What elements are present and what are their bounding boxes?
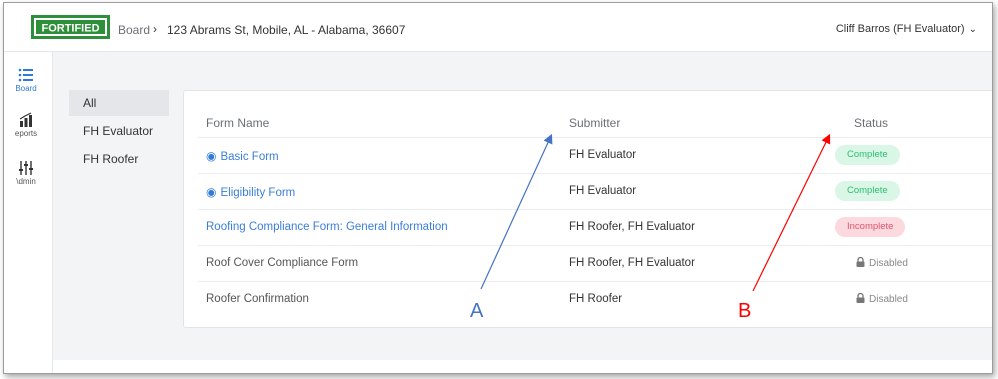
submitter-cell: FH Evaluator [569,149,637,161]
table-row: Roof Cover Compliance Form FH Roofer, FH… [198,245,992,282]
fortified-logo[interactable]: FORTIFIED [31,15,110,39]
annotation-label-a: A [470,300,484,322]
table-row: ◉ Basic Form FH Evaluator Complete [198,137,992,174]
submitter-cell: FH Evaluator [569,185,637,197]
form-link-basic[interactable]: ◉ Basic Form [206,149,279,163]
status-badge: Incomplete [835,217,906,237]
forms-table: Form Name Submitter Status ◉ Basic Form F… [183,90,992,328]
status-badge: Complete [835,145,900,165]
breadcrumb-separator: › [153,22,157,36]
eye-icon: ◉ [206,149,217,163]
filter-all[interactable]: All [69,90,169,116]
rail-item-admin[interactable]: \dmin [4,160,48,186]
header-form-name: Form Name [206,116,270,130]
table-row: ◉ Eligibility Form FH Evaluator Complete [198,173,992,210]
form-name-roof-cover: Roof Cover Compliance Form [206,257,359,269]
top-bar: FORTIFIED Board › 123 Abrams St, Mobile,… [4,3,992,52]
rail-label-admin: \dmin [16,177,36,186]
annotation-label-b: B [738,300,752,322]
header-submitter: Submitter [569,116,621,130]
status-text: Disabled [869,294,908,305]
breadcrumb-address: 123 Abrams St, Mobile, AL - Alabama, 366… [167,23,406,37]
rail-item-board[interactable]: Board [4,67,48,93]
user-name: Cliff Barros (FH Evaluator) [835,23,965,35]
app-window: FORTIFIED Board › 123 Abrams St, Mobile,… [3,2,993,374]
lock-icon [856,257,865,267]
status-badge: Complete [835,181,900,201]
list-icon [18,68,33,82]
svg-text:FORTIFIED: FORTIFIED [41,23,99,35]
table-row: Roofing Compliance Form: General Informa… [198,209,992,246]
submitter-cell: FH Roofer [569,293,623,305]
eye-icon: ◉ [206,185,217,199]
side-rail: Board eports \dmin [4,52,53,373]
rail-label-board: Board [15,84,37,93]
submitter-cell: FH Roofer, FH Evaluator [569,257,695,269]
form-link-eligibility[interactable]: ◉ Eligibility Form [206,185,295,199]
submitter-filter-list: All FH Evaluator FH Roofer [69,90,189,174]
form-name: Eligibility Form [220,187,296,199]
lock-icon [856,293,865,303]
header-status: Status [854,116,889,130]
breadcrumb-board-link[interactable]: Board [118,23,150,37]
form-name-roofer-confirmation: Roofer Confirmation [206,293,309,305]
status-disabled: Disabled [856,257,908,269]
status-text: Disabled [869,258,908,269]
status-disabled: Disabled [856,293,908,305]
bar-chart-icon [19,112,32,127]
content-footer [53,360,992,373]
rail-label-reports: eports [14,129,38,138]
filter-fh-evaluator[interactable]: FH Evaluator [69,118,189,144]
table-row: Roofer Confirmation FH Roofer Disabled [198,281,992,318]
user-menu[interactable]: Cliff Barros (FH Evaluator) ⌄ [836,23,977,35]
submitter-cell: FH Roofer, FH Evaluator [569,221,695,233]
main-content: All FH Evaluator FH Roofer Form Name Sub… [53,52,992,360]
sliders-icon [19,161,33,175]
filter-fh-roofer[interactable]: FH Roofer [69,146,189,172]
form-link-roofing-compliance[interactable]: Roofing Compliance Form: General Informa… [206,221,448,233]
form-name: Basic Form [220,151,279,163]
rail-item-reports[interactable]: eports [4,112,48,138]
chevron-down-icon: ⌄ [968,24,977,35]
